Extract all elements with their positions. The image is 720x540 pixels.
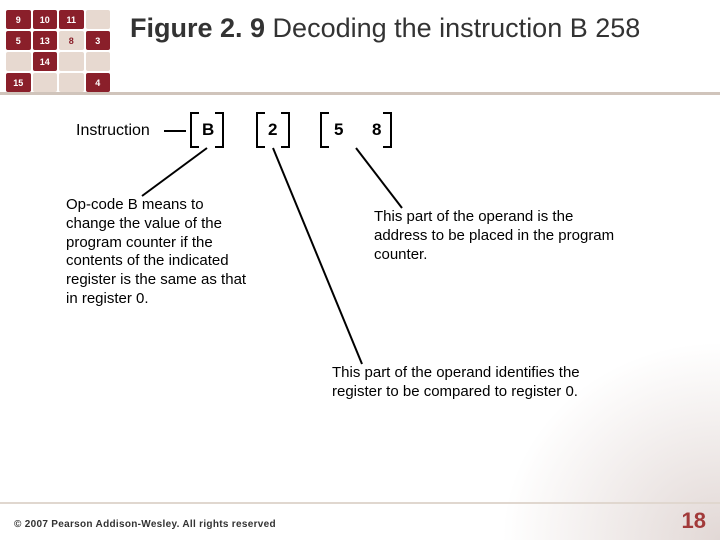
slide-title: Figure 2. 9 Decoding the instruction B 2… (130, 12, 640, 44)
copyright-footer: © 2007 Pearson Addison-Wesley. All right… (14, 519, 276, 530)
thumb-cell: 9 (6, 10, 31, 29)
thumb-cell: 14 (33, 52, 58, 71)
instr-cell-8: 8 (372, 120, 381, 140)
instr-cell-b: B (202, 120, 214, 140)
thumb-cell: 10 (33, 10, 58, 29)
thumb-cell: 11 (59, 10, 84, 29)
thumb-cell (33, 73, 58, 92)
page-number: 18 (682, 508, 706, 534)
thumb-cell (59, 52, 84, 71)
title-block: Figure 2. 9 Decoding the instruction B 2… (112, 8, 650, 44)
thumb-cell: 3 (86, 31, 111, 50)
instruction-label: Instruction (76, 122, 150, 140)
thumb-cell: 5 (6, 31, 31, 50)
divider-top (0, 92, 720, 95)
thumb-cell (86, 52, 111, 71)
slide-header: 9 10 11 5 13 8 3 14 15 4 Figure 2. 9 Dec… (0, 0, 720, 86)
thumb-cell: 8 (59, 31, 84, 50)
thumb-cell: 15 (6, 73, 31, 92)
thumb-cell: 13 (33, 31, 58, 50)
diagram-area: Instruction B 2 5 8 Op-code B means to c… (62, 108, 658, 488)
instruction-dash (164, 130, 186, 132)
divider-bottom (0, 502, 720, 504)
thumb-cell: 4 (86, 73, 111, 92)
figure-label: Figure 2. 9 (130, 13, 265, 43)
instr-cell-2: 2 (268, 120, 277, 140)
thumb-cell (59, 73, 84, 92)
thumb-cell (86, 10, 111, 29)
title-rest: Decoding the instruction B 258 (265, 13, 640, 43)
opcode-explanation: Op-code B means to change the value of t… (66, 196, 256, 309)
address-explanation: This part of the operand is the address … (374, 208, 624, 264)
instr-cell-5: 5 (334, 120, 343, 140)
corner-thumbnail: 9 10 11 5 13 8 3 14 15 4 (4, 8, 112, 86)
register-explanation: This part of the operand identifies the … (332, 364, 622, 402)
thumb-cell (6, 52, 31, 71)
